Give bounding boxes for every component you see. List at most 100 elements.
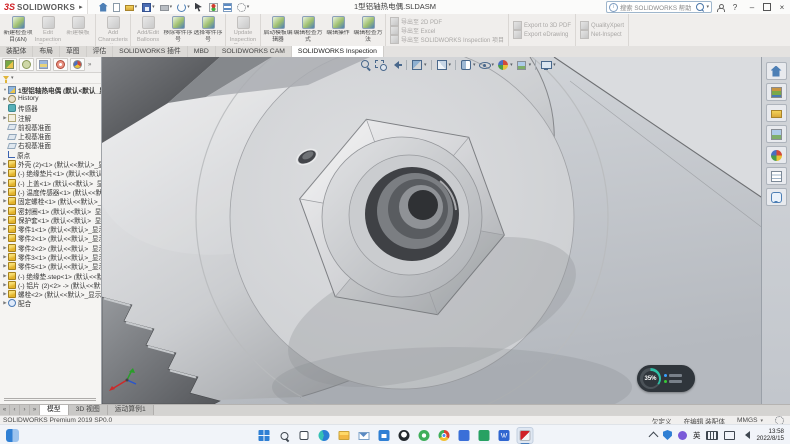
- taskbar-edge-button[interactable]: [317, 428, 332, 443]
- tree-item[interactable]: ▶注解: [0, 113, 101, 122]
- ribbon-button-2-2[interactable]: 选择零件序号: [193, 15, 223, 43]
- taskpane-custom-properties-button[interactable]: [766, 167, 787, 185]
- tree-item[interactable]: ▶密封圈<1> (默认<<默认>_显示状: [0, 206, 101, 215]
- search-icon[interactable]: [696, 3, 704, 11]
- ribbon-small-button-0-2[interactable]: 导出至 SOLIDWORKS Inspection 项目: [390, 35, 504, 43]
- tree-tab-propertymanager[interactable]: [19, 58, 34, 71]
- ribbon-small-button-2-0[interactable]: QualityXpert: [580, 22, 624, 30]
- ribbon-button-4-1[interactable]: 编辑检查方式: [293, 15, 323, 43]
- ribbon-small-button-1-1[interactable]: Export eDrawing: [513, 31, 568, 39]
- help-button[interactable]: ?: [729, 2, 741, 13]
- dropdown-caret-icon[interactable]: ▾: [247, 4, 250, 10]
- tree-item[interactable]: ▶(-) 绝缘垫.step<1> (默认<<默认>: [0, 271, 101, 280]
- tree-tab-dimxpertmanager[interactable]: [53, 58, 68, 71]
- login-user-icon[interactable]: [717, 4, 724, 11]
- qat-select-button[interactable]: [194, 2, 205, 13]
- qat-print-button[interactable]: ▾: [159, 2, 174, 12]
- tree-item[interactable]: 原点: [0, 150, 101, 159]
- 3d-model-scene[interactable]: [102, 57, 761, 404]
- help-search-box[interactable]: i 搜索 SOLIDWORKS 帮助 ▾: [606, 1, 712, 13]
- search-caret-icon[interactable]: ▾: [706, 4, 709, 10]
- taskbar-search-button[interactable]: [277, 428, 292, 443]
- ribbon-small-button-1-0[interactable]: Export to 3D PDF: [513, 22, 571, 30]
- headsup-previous-view-button[interactable]: [390, 59, 402, 71]
- taskbar-clock[interactable]: 13:58 2022/8/15: [756, 428, 784, 442]
- ribbon-button-2-1[interactable]: 移除零件序号: [163, 15, 193, 43]
- tree-item[interactable]: 右视基准面: [0, 141, 101, 150]
- taskbar-solidworks-button[interactable]: [517, 427, 534, 444]
- ribbon-tab-0[interactable]: 装配体: [0, 46, 33, 57]
- dropdown-caret-icon[interactable]: ▾: [510, 62, 513, 68]
- headsup-display-style-button[interactable]: ▾: [460, 59, 476, 71]
- tree-item[interactable]: ▶零件1<1> (默认<<默认>_显示状态: [0, 224, 101, 233]
- taskbar-chrome-button[interactable]: [437, 428, 452, 443]
- ribbon-tab-7[interactable]: SOLIDWORKS Inspection: [292, 46, 384, 57]
- menu-flyout-arrow-icon[interactable]: ▸: [79, 3, 83, 11]
- tree-item[interactable]: ▶固定螺栓<1> (默认<<默认>_显示状: [0, 197, 101, 206]
- tree-item[interactable]: ▶History: [0, 94, 101, 103]
- taskbar-file-explorer-button[interactable]: [337, 428, 352, 443]
- ribbon-small-button-0-1[interactable]: 导出至 Excel: [390, 26, 435, 34]
- close-button[interactable]: ×: [776, 2, 788, 13]
- ime-indicator[interactable]: 英: [693, 430, 701, 441]
- headsup-view-orientation-button[interactable]: ▾: [436, 59, 452, 71]
- status-item-2[interactable]: MMGS: [737, 417, 758, 424]
- tree-item[interactable]: ▶螺栓<2> (默认<<默认>_显示状态: [0, 290, 101, 299]
- headsup-section-view-button[interactable]: ▾: [411, 59, 427, 71]
- headsup-zoom-fit-button[interactable]: [360, 59, 372, 71]
- touch-keyboard-icon[interactable]: [706, 431, 718, 440]
- qat-options-button[interactable]: ▾: [236, 2, 251, 13]
- ribbon-button-0-0[interactable]: 新建检查项目(&N): [3, 15, 33, 43]
- taskbar-mail-button[interactable]: [357, 428, 372, 443]
- tree-item[interactable]: ▶零件5<1> (默认<<默认>_显示状态: [0, 262, 101, 271]
- tree-tabs-overflow-icon[interactable]: »: [88, 62, 91, 68]
- tree-item[interactable]: 前视基准面: [0, 122, 101, 131]
- tree-item[interactable]: 传感器: [0, 104, 101, 113]
- zoom-level-widget[interactable]: 35%: [637, 365, 695, 392]
- headsup-view-settings-button[interactable]: ▾: [540, 59, 556, 71]
- ribbon-small-button-2-1[interactable]: Net-Inspect: [580, 31, 622, 39]
- headsup-edit-appearance-button[interactable]: ▾: [497, 59, 513, 71]
- app-tray-icon[interactable]: [678, 431, 687, 440]
- tree-item[interactable]: ▶零件2<1> (默认<<默认>_显示状态: [0, 234, 101, 243]
- taskpane-resources-button[interactable]: [766, 62, 787, 80]
- qat-home-button[interactable]: [98, 2, 109, 13]
- dropdown-caret-icon[interactable]: ▾: [760, 418, 763, 424]
- taskbar-app-green-button[interactable]: [477, 428, 492, 443]
- tree-filter-row[interactable]: ▾: [0, 73, 101, 84]
- tree-item[interactable]: ▶(-) 温度传感器<1> (默认<<默认>_: [0, 187, 101, 196]
- dropdown-caret-icon[interactable]: ▾: [553, 62, 556, 68]
- taskpane-file-explorer-button[interactable]: [766, 104, 787, 122]
- tree-item[interactable]: ▶(-) 上盖<1> (默认<<默认>_显示状: [0, 178, 101, 187]
- dropdown-caret-icon[interactable]: ▾: [529, 62, 532, 68]
- dropdown-caret-icon[interactable]: ▾: [152, 4, 155, 10]
- ribbon-button-0-2[interactable]: 新建模板: [63, 15, 93, 37]
- dropdown-caret-icon[interactable]: ▾: [135, 4, 138, 10]
- network-icon[interactable]: [724, 431, 735, 440]
- tree-item[interactable]: ▶外壳 (2)<1> (默认<<默认>_显示状: [0, 159, 101, 168]
- taskbar-app-blue-button[interactable]: [457, 428, 472, 443]
- headsup-zoom-area-button[interactable]: [375, 59, 387, 71]
- dropdown-caret-icon[interactable]: ▾: [473, 62, 476, 68]
- ribbon-button-4-2[interactable]: 编辑操作: [323, 15, 353, 37]
- ribbon-button-0-1[interactable]: Edit Inspection Project: [33, 15, 63, 44]
- dropdown-caret-icon[interactable]: ▾: [424, 62, 427, 68]
- widgets-button[interactable]: [6, 429, 19, 442]
- dropdown-caret-icon[interactable]: ▾: [492, 62, 495, 68]
- qat-rebuild-button[interactable]: [208, 2, 219, 13]
- taskbar-wps-button[interactable]: [497, 428, 512, 443]
- taskbar-task-view-button[interactable]: [297, 428, 312, 443]
- tree-item[interactable]: ▶(-) 绝缘垫片<1> (默认<<默认>_显: [0, 169, 101, 178]
- taskpane-design-library-button[interactable]: [766, 83, 787, 101]
- restore-button[interactable]: [763, 3, 771, 11]
- ribbon-button-4-0[interactable]: 启动模板编辑器: [263, 15, 293, 43]
- taskbar-start-button[interactable]: [257, 428, 272, 443]
- qat-new-button[interactable]: [112, 2, 121, 13]
- taskbar-qq-button[interactable]: [397, 428, 412, 443]
- headsup-hide-show-items-button[interactable]: ▾: [479, 59, 495, 71]
- taskpane-appearances-button[interactable]: [766, 146, 787, 164]
- tree-root-item[interactable]: ▾1型铝轴热电偶 (默认<默认_显示状态-1: [0, 85, 101, 94]
- volume-icon[interactable]: [741, 431, 750, 439]
- ribbon-tab-3[interactable]: 评估: [87, 46, 114, 57]
- ribbon-button-4-3[interactable]: 编辑检查方法: [353, 15, 383, 43]
